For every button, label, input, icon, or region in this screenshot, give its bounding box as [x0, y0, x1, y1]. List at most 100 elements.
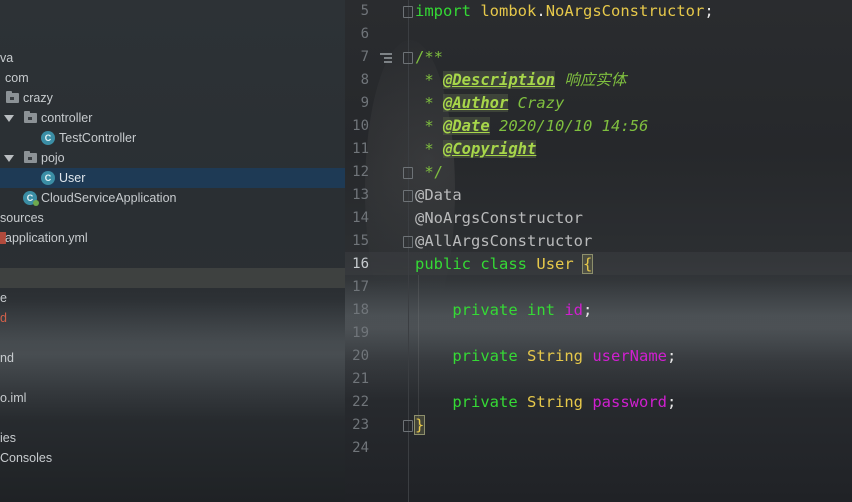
fold-marker-icon[interactable]	[403, 52, 413, 64]
code-line-18[interactable]: private int id;	[415, 299, 592, 322]
line-number: 13	[352, 187, 369, 203]
package-token: lombok	[480, 2, 537, 20]
tree-item-consoles[interactable]: Consoles	[0, 448, 345, 468]
comment-text: 2020/10/10 14:56	[489, 117, 649, 135]
tree-item-nd[interactable]: nd	[0, 348, 345, 368]
package-folder-icon	[24, 151, 37, 163]
keyword-token: public	[415, 255, 471, 273]
fold-marker-icon[interactable]	[403, 6, 413, 18]
tree-item-application-yml[interactable]: application.yml	[0, 228, 345, 248]
tree-item-label: va	[0, 51, 14, 65]
line-number: 11	[352, 141, 369, 157]
field-token: userName	[592, 347, 667, 365]
tree-item-label: nd	[0, 351, 14, 365]
tree-item-pojo[interactable]: pojo	[0, 148, 345, 168]
class-token: NoArgsConstructor	[545, 2, 705, 20]
comment-text: 响应实体	[554, 71, 627, 89]
javadoc-tag: @Copyright	[443, 140, 537, 158]
tree-item-label: crazy	[23, 91, 53, 105]
class-name-token: User	[536, 255, 574, 273]
code-editor[interactable]: 5 6 7 8 9 10 11 12 13 14 15 16 17 18 19 …	[345, 0, 852, 502]
code-line-10[interactable]: * @Date 2020/10/10 14:56	[415, 115, 648, 138]
line-number: 20	[352, 348, 369, 364]
type-token: int	[527, 301, 555, 319]
tree-item-label: application.yml	[5, 231, 88, 245]
code-line-9[interactable]: * @Author Crazy	[415, 92, 564, 115]
tree-item-label: Consoles	[0, 451, 53, 465]
semicolon-token: ;	[583, 301, 593, 319]
fold-marker-icon[interactable]	[403, 420, 413, 432]
tree-item-e[interactable]: e	[0, 288, 345, 308]
tree-item-libraries[interactable]: ies	[0, 428, 345, 448]
tree-item-label: TestController	[59, 131, 137, 145]
dot-token: .	[536, 2, 546, 20]
tree-item-label: controller	[41, 111, 93, 125]
fold-marker-icon[interactable]	[403, 236, 413, 248]
code-line-7[interactable]: /**	[415, 46, 443, 69]
line-number: 8	[360, 72, 369, 88]
matched-brace: }	[413, 415, 426, 435]
line-number: 7	[360, 49, 369, 65]
code-line-5[interactable]: import lombok.NoArgsConstructor;	[415, 0, 714, 23]
comment-text: Crazy	[508, 94, 565, 112]
tree-item-hover-row[interactable]	[0, 268, 345, 288]
comment-star: *	[415, 71, 443, 89]
tree-item-label: CloudServiceApplication	[41, 191, 177, 205]
package-folder-icon	[24, 111, 37, 123]
tree-item-controller[interactable]: controller	[0, 108, 345, 128]
javadoc-tag: @Date	[443, 117, 490, 135]
structure-icon[interactable]	[380, 53, 392, 63]
java-class-icon: C	[41, 171, 55, 185]
code-line-14[interactable]: @NoArgsConstructor	[415, 207, 583, 230]
code-line-22[interactable]: private String password;	[415, 391, 676, 414]
chevron-down-icon[interactable]	[4, 115, 14, 122]
line-number: 23	[352, 417, 369, 433]
keyword-token: private	[452, 347, 518, 365]
tree-item-com[interactable]: com	[0, 68, 345, 88]
tree-item-label: d	[0, 311, 7, 325]
code-line-16[interactable]: public class User {	[415, 253, 594, 276]
tree-item-crazy[interactable]: crazy	[0, 88, 345, 108]
javadoc-tag: @Description	[443, 71, 555, 89]
java-class-icon: C	[41, 131, 55, 145]
tree-item-label: ies	[0, 431, 16, 445]
comment-star: *	[415, 117, 443, 135]
semicolon-token: ;	[704, 2, 714, 20]
tree-item-iml[interactable]: o.iml	[0, 388, 345, 408]
tree-item-label: o.iml	[0, 391, 27, 405]
tree-item-d[interactable]: d	[0, 308, 345, 328]
comment-star: *	[415, 140, 443, 158]
line-number-active: 16	[352, 256, 369, 272]
code-line-11[interactable]: * @Copyright	[415, 138, 537, 161]
line-number: 15	[352, 233, 369, 249]
code-line-12[interactable]: */	[415, 161, 443, 184]
tree-item-label: User	[59, 171, 86, 185]
tree-item-label: sources	[0, 211, 44, 225]
line-number: 14	[352, 210, 369, 226]
code-line-23[interactable]: }	[413, 414, 426, 437]
type-token: String	[527, 393, 583, 411]
background-landscape	[345, 280, 852, 400]
line-number: 19	[352, 325, 369, 341]
tree-item-testcontroller[interactable]: C TestController	[0, 128, 345, 148]
tree-item-cloudserviceapplication[interactable]: C CloudServiceApplication	[0, 188, 345, 208]
tree-item-user[interactable]: C User	[0, 168, 345, 188]
keyword-token: private	[452, 393, 518, 411]
comment-star: *	[415, 94, 443, 112]
line-number: 18	[352, 302, 369, 318]
code-line-8[interactable]: * @Description 响应实体	[415, 69, 626, 92]
code-line-15[interactable]: @AllArgsConstructor	[415, 230, 592, 253]
project-tree-panel: va com crazy controller C TestController…	[0, 0, 345, 502]
tree-item-label: pojo	[41, 151, 65, 165]
chevron-down-icon[interactable]	[4, 155, 14, 162]
tree-item-label: com	[5, 71, 29, 85]
line-number: 12	[352, 164, 369, 180]
line-number: 6	[360, 26, 369, 42]
fold-marker-icon[interactable]	[403, 167, 413, 179]
keyword-token: class	[480, 255, 528, 273]
tree-item-java[interactable]: va	[0, 48, 345, 68]
code-line-20[interactable]: private String userName;	[415, 345, 676, 368]
tree-item-resources[interactable]: sources	[0, 208, 345, 228]
fold-marker-icon[interactable]	[403, 190, 413, 202]
code-line-13[interactable]: @Data	[415, 184, 462, 207]
